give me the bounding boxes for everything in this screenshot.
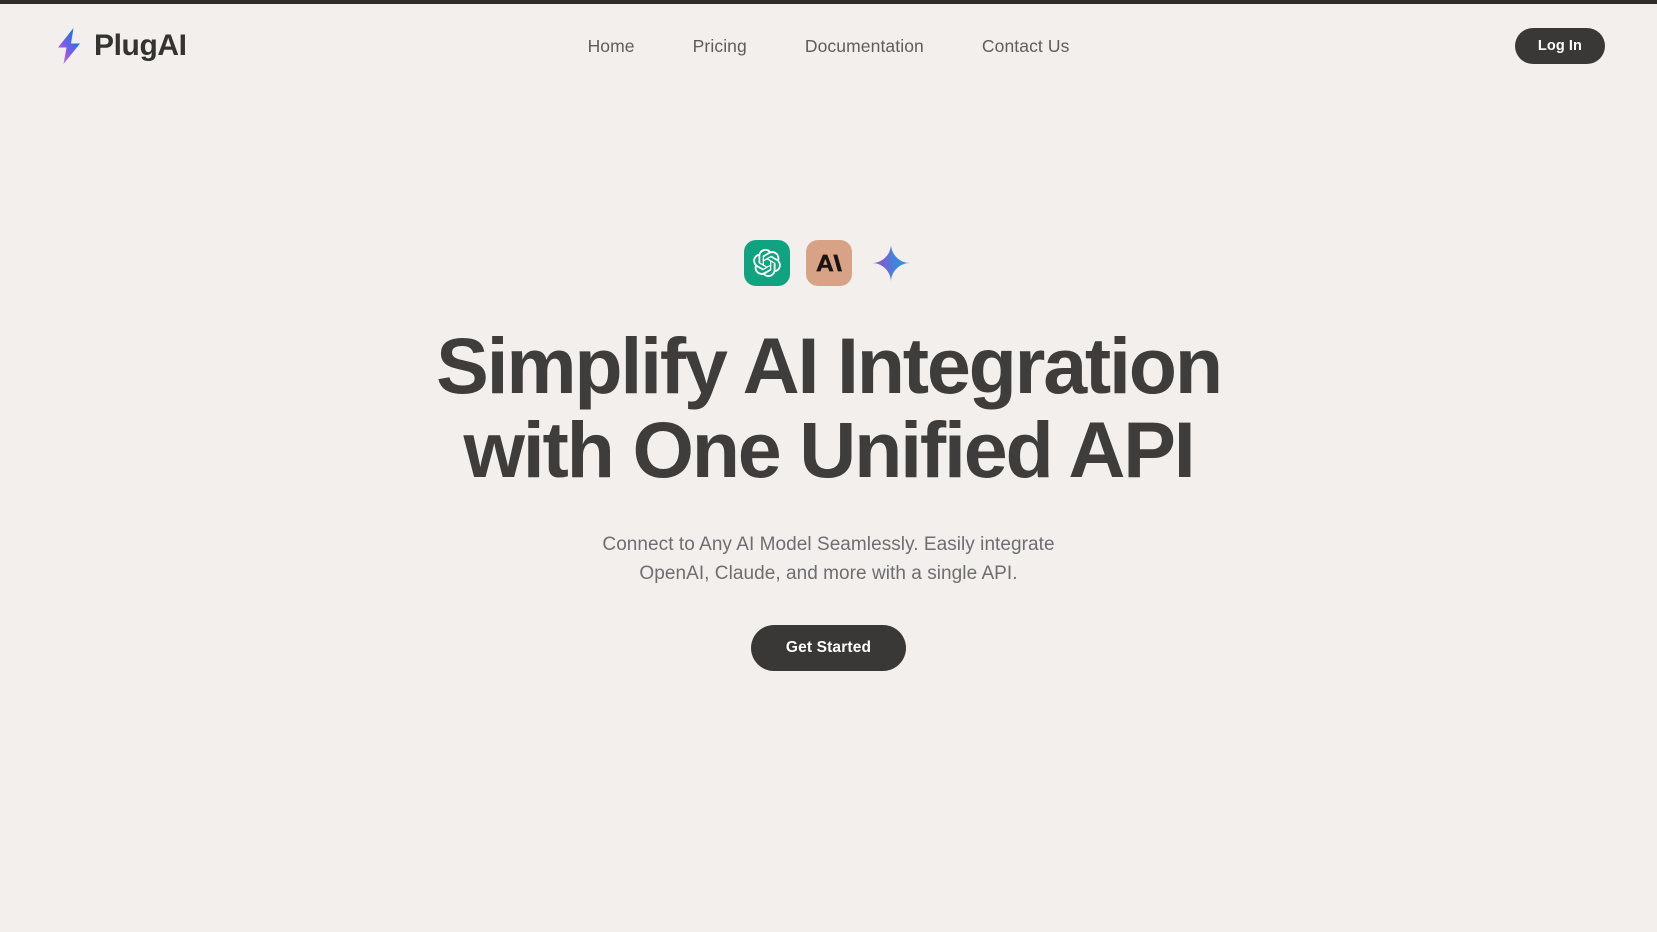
nav-item-contact-us[interactable]: Contact Us: [982, 36, 1070, 57]
nav-item-documentation[interactable]: Documentation: [805, 36, 924, 57]
hero-title: Simplify AI Integration with One Unified…: [436, 321, 1223, 494]
hero-title-line-2: with One Unified API: [463, 404, 1196, 494]
lightning-bolt-icon: [54, 27, 84, 65]
hero-subtitle-line-2: OpenAI, Claude, and more with a single A…: [639, 563, 1018, 585]
main-nav: Home Pricing Documentation Contact Us: [0, 36, 1657, 57]
site-header: PlugAI Home Pricing Documentation Contac…: [0, 4, 1657, 88]
get-started-button[interactable]: Get Started: [750, 625, 907, 671]
hero-title-line-1: Simplify AI Integration: [436, 321, 1223, 410]
model-icon-row: [743, 240, 914, 286]
gemini-icon: [868, 240, 914, 286]
nav-item-home[interactable]: Home: [588, 36, 635, 57]
login-button[interactable]: Log In: [1514, 27, 1605, 65]
header-actions: Log In: [1514, 27, 1605, 65]
nav-item-pricing[interactable]: Pricing: [693, 36, 747, 57]
anthropic-icon: [805, 240, 852, 286]
brand-name: PlugAI: [94, 29, 187, 62]
hero-subtitle-line-1: Connect to Any AI Model Seamlessly. Easi…: [602, 534, 1055, 556]
browser-top-strip: [0, 0, 1657, 4]
openai-icon: [743, 240, 790, 286]
hero-subtitle: Connect to Any AI Model Seamlessly. Easi…: [602, 531, 1054, 589]
brand-logo[interactable]: PlugAI: [54, 27, 187, 65]
hero-section: Simplify AI Integration with One Unified…: [0, 88, 1657, 932]
